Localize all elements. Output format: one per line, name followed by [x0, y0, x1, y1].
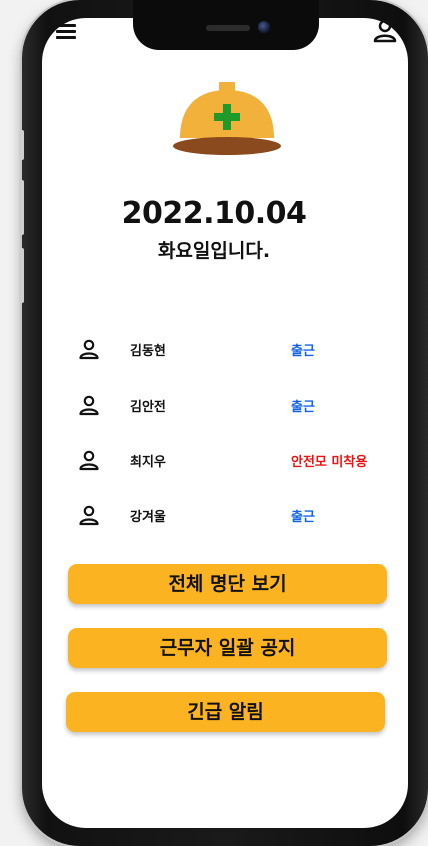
app-screenshot: 2022.10.04 화요일입니다. 김동현 출근 김안전 출근 최지우 안전모…	[0, 0, 428, 846]
view-all-workers-button[interactable]: 전체 명단 보기	[68, 564, 387, 604]
worker-row[interactable]: 김동현 출근	[0, 330, 428, 370]
worker-name: 김안전	[130, 400, 166, 415]
today-date: 2022.10.04	[121, 196, 307, 231]
hamburger-menu-icon[interactable]	[56, 24, 76, 40]
silent-switch	[19, 130, 24, 160]
worker-row[interactable]: 김안전 출근	[0, 386, 428, 426]
speaker-grille	[206, 25, 250, 31]
worker-name: 강겨울	[130, 510, 166, 525]
worker-row[interactable]: 최지우 안전모 미착용	[0, 441, 428, 481]
user-icon[interactable]	[372, 18, 398, 44]
person-icon	[79, 505, 99, 526]
worker-name: 김동현	[130, 344, 166, 359]
emergency-alert-button[interactable]: 긴급 알림	[66, 692, 385, 732]
front-camera	[258, 21, 270, 33]
worker-row[interactable]: 강겨울 출근	[0, 496, 428, 536]
worker-status: 출근	[291, 400, 315, 415]
weekday-text: 화요일입니다.	[157, 240, 271, 262]
notice-all-workers-button[interactable]: 근무자 일괄 공지	[68, 628, 387, 668]
worker-name: 최지우	[130, 455, 166, 470]
worker-status: 출근	[291, 510, 315, 525]
person-icon	[79, 339, 99, 360]
hard-hat-icon	[173, 82, 281, 155]
worker-status: 안전모 미착용	[291, 455, 368, 470]
worker-status: 출근	[291, 344, 315, 359]
person-icon	[79, 450, 99, 471]
person-icon	[79, 395, 99, 416]
